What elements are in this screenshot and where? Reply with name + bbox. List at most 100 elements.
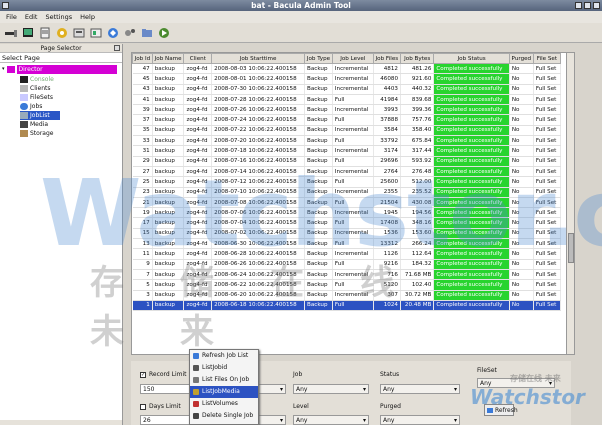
tree-item-storage[interactable]: Storage [20,129,53,138]
column-header[interactable]: Purged [508,53,534,64]
context-menu-item[interactable]: List Files On Job [190,374,258,386]
column-header[interactable]: File Set [532,53,562,64]
context-menu-item[interactable]: Refresh Job List [190,350,258,362]
maximize-icon[interactable] [584,2,591,9]
table-row[interactable]: 1 backup zog4-fd 2008-06-18 10:06:22.400158… [132,300,562,312]
column-header[interactable]: Job Level [331,53,374,64]
table-scrollbar[interactable] [566,52,575,355]
quit-icon[interactable] [157,26,171,40]
restore-icon[interactable] [89,26,103,40]
menu-item-icon [193,365,199,371]
table-cell: Full Set [533,135,562,147]
refresh-button[interactable]: Refresh [484,404,518,416]
fileset-dropdown[interactable]: Any [477,378,555,388]
table-row[interactable]: 45 backup zog4-fd 2008-08-01 10:06:22.40015… [132,73,562,85]
table-row[interactable]: 5 backup zog4-fd 2008-06-22 10:06:22.400158… [132,279,562,291]
table-cell: 41 [132,94,153,106]
table-row[interactable]: 27 backup zog4-fd 2008-07-14 10:06:22.40015… [132,166,562,178]
tree-item-media[interactable]: Media [20,120,48,129]
table-row[interactable]: 33 backup zog4-fd 2008-07-20 10:06:22.40015… [132,135,562,147]
table-row[interactable]: 3 backup zog4-fd 2008-06-20 10:06:22.400158… [132,290,562,301]
column-header[interactable]: Job Status [433,53,510,64]
status-label: Status [380,371,400,378]
record-limit-checkbox[interactable]: ✓ [140,372,146,378]
table-row[interactable]: 47 backup zog4-fd 2008-08-03 10:06:22.40015… [132,63,562,75]
table-row[interactable]: 25 backup zog4-fd 2008-07-12 10:06:22.40015… [132,176,562,188]
tree-item-joblist[interactable]: JobList [20,111,60,120]
tree-item-jobs[interactable]: Jobs [20,102,42,111]
table-row[interactable]: 37 backup zog4-fd 2008-07-24 10:06:22.40015… [132,114,562,126]
table-cell: No [509,104,534,116]
context-menu-item[interactable]: Delete Single Job [190,410,258,422]
table-cell: Completed successfully [433,63,510,75]
table-cell: Completed successfully [433,166,510,178]
minimize-icon[interactable] [575,2,582,9]
run-icon[interactable] [55,26,69,40]
table-cell: 2008-07-14 10:06:22.400158 [211,166,306,178]
table-row[interactable]: 15 backup zog4-fd 2008-07-02 10:06:22.40015… [132,228,562,240]
table-row[interactable]: 17 backup zog4-fd 2008-07-04 10:06:22.40015… [132,217,562,229]
table-cell: Completed successfully [433,228,510,240]
column-header[interactable]: Job Type [304,53,333,64]
close-icon[interactable] [593,2,600,9]
level-dropdown[interactable]: Any [293,415,369,425]
table-row[interactable]: 11 backup zog4-fd 2008-06-28 10:06:22.40015… [132,248,562,260]
table-row[interactable]: 35 backup zog4-fd 2008-07-22 10:06:22.40015… [132,125,562,137]
folder-icon[interactable] [140,26,154,40]
undock-icon[interactable] [114,45,120,51]
table-row[interactable]: 39 backup zog4-fd 2008-07-26 10:06:22.40015… [132,104,562,116]
table-row[interactable]: 43 backup zog4-fd 2008-07-30 10:06:22.40015… [132,84,562,95]
context-menu-item[interactable]: ListVolumes [190,398,258,410]
context-menu-item[interactable]: ListJobMedia [190,386,258,398]
table-row[interactable]: 13 backup zog4-fd 2008-06-30 10:06:22.40015… [132,238,562,250]
table-cell: No [509,145,534,157]
page-tree[interactable]: ▾ Director Console Clients FileSets Jobs … [0,63,122,420]
context-menu-item[interactable]: ListJobid [190,362,258,374]
table-cell: 2008-07-12 10:06:22.400158 [211,176,306,188]
column-header[interactable]: Job Name [151,53,185,64]
table-row[interactable]: 29 backup zog4-fd 2008-07-16 10:06:22.40015… [132,156,562,167]
column-header[interactable]: Client [183,53,213,64]
job-list-table[interactable]: Job Id Job Name Client Job Starttime Job Typ… [131,52,567,355]
table-row[interactable]: 23 backup zog4-fd 2008-07-10 10:06:22.40015… [132,187,562,198]
column-header[interactable]: Job Bytes [399,53,435,64]
table-row[interactable]: 21 backup zog4-fd 2008-07-08 10:06:22.40015… [132,197,562,209]
table-row[interactable]: 19 backup zog4-fd 2008-07-06 10:06:22.40015… [132,207,562,219]
column-header[interactable]: Job Files [372,53,402,64]
table-cell: Backup [304,84,333,95]
tree-item-console[interactable]: Console [20,75,54,84]
column-header[interactable]: Job Starttime [211,53,306,64]
tree-item-filesets[interactable]: FileSets [20,93,53,102]
menu-file[interactable]: File [2,13,21,21]
table-cell: zog4-fd [183,187,213,198]
window-menu-icon[interactable] [2,2,9,9]
job-dropdown[interactable]: Any [293,384,369,394]
menu-edit[interactable]: Edit [21,13,42,21]
table-row[interactable]: 9 backup zog4-fd 2008-06-26 10:06:22.400158… [132,259,562,270]
column-header[interactable]: Job Id [132,53,153,64]
table-row[interactable]: 41 backup zog4-fd 2008-07-28 10:06:22.40015… [132,94,562,106]
table-cell: Completed successfully [433,94,510,106]
table-cell: 2008-07-30 10:06:22.400158 [211,84,306,95]
table-cell: Incremental [332,145,374,157]
table-cell: zog4-fd [183,290,213,301]
menu-help[interactable]: Help [76,13,99,21]
estimate-icon[interactable] [72,26,86,40]
label-icon[interactable] [38,26,52,40]
table-cell: Incremental [332,248,374,260]
connect-icon[interactable] [4,26,18,40]
scrollbar-thumb[interactable] [568,233,574,263]
table-row[interactable]: 7 backup zog4-fd 2008-06-24 10:06:22.400158… [132,269,562,281]
status-dropdown[interactable]: Any [380,384,460,394]
console-icon[interactable] [21,26,35,40]
menu-settings[interactable]: Settings [41,13,76,21]
status-icon[interactable] [106,26,120,40]
table-cell: backup [152,187,185,198]
table-cell: Completed successfully [433,145,510,157]
tree-item-root[interactable]: ▾ Director [2,65,121,74]
purged-dropdown[interactable]: Any [380,415,460,425]
days-limit-checkbox[interactable] [140,404,146,410]
table-row[interactable]: 31 backup zog4-fd 2008-07-18 10:06:22.40015… [132,145,562,157]
jobs-icon[interactable] [123,26,137,40]
tree-item-clients[interactable]: Clients [20,84,51,93]
